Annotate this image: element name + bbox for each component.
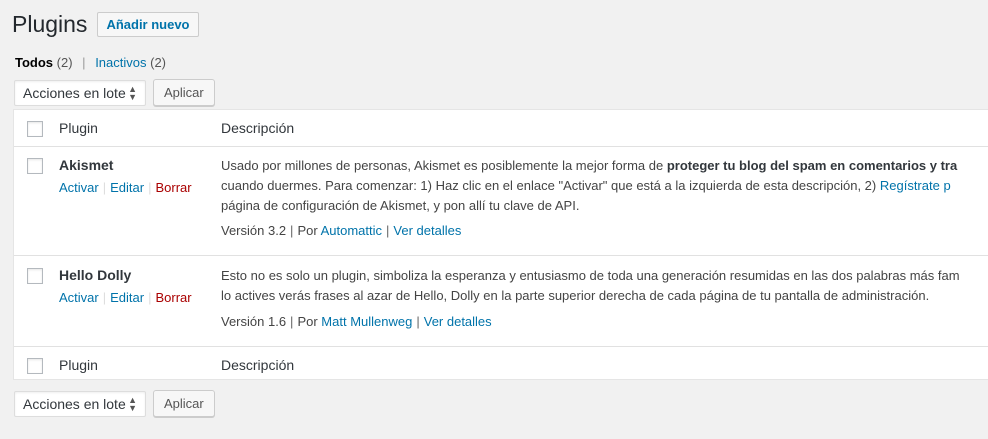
bulk-actions-bottom: Acciones en lote ▲ ▼ Aplicar (14, 390, 215, 417)
bulk-actions-select[interactable]: Acciones en lote ▲ ▼ (14, 390, 146, 417)
plugin-version: Versión 3.2 (221, 223, 287, 238)
page-title: Plugins (12, 11, 88, 37)
description-text: cuando duermes. Para comenzar: 1) Haz cl… (221, 178, 880, 193)
author-link[interactable]: Automattic (321, 223, 382, 238)
filter-inactive-count: (2) (150, 55, 167, 70)
delete-link[interactable]: Borrar (155, 290, 191, 305)
signup-link[interactable]: Regístrate p (880, 178, 951, 193)
bulk-actions-top: Acciones en lote ▲ ▼ Aplicar (14, 79, 215, 106)
add-new-button[interactable]: Añadir nuevo (97, 12, 199, 37)
author-link[interactable]: Matt Mullenweg (321, 314, 412, 329)
delete-link[interactable]: Borrar (155, 180, 191, 195)
filter-inactive[interactable]: Inactivos (95, 55, 146, 70)
description-line: Esto no es solo un plugin, simboliza la … (221, 268, 960, 283)
row-actions: Activar | Editar | Borrar (59, 290, 192, 305)
select-all-checkbox-footer[interactable] (27, 358, 43, 374)
page-header: Plugins Añadir nuevo (12, 10, 199, 39)
row-checkbox[interactable] (27, 158, 43, 174)
plugin-name: Akismet (59, 157, 114, 173)
row-actions: Activar | Editar | Borrar (59, 180, 192, 195)
bulk-actions-select-value: Acciones en lote (23, 84, 126, 101)
description-text: Usado por millones de personas, Akismet … (221, 158, 667, 173)
filter-separator: | (82, 55, 86, 70)
bulk-actions-select-value: Acciones en lote (23, 395, 126, 412)
meta-separator: | (416, 314, 420, 329)
by-label: Por (297, 314, 318, 329)
action-separator: | (148, 180, 152, 195)
status-filters: Todos (2) | Inactivos (2) (15, 55, 166, 70)
column-footer-plugin[interactable]: Plugin (59, 357, 98, 373)
plugin-meta: Versión 3.2 | Por Automattic | Ver detalles (221, 223, 461, 238)
view-details-link[interactable]: Ver detalles (393, 223, 461, 238)
filter-all-count: (2) (56, 55, 73, 70)
apply-button[interactable]: Aplicar (153, 390, 215, 417)
plugin-description: Usado por millones de personas, Akismet … (221, 156, 988, 216)
action-separator: | (102, 290, 107, 305)
description-line: cuando duermes. Para comenzar: 1) Haz cl… (221, 176, 988, 196)
bulk-actions-select[interactable]: Acciones en lote ▲ ▼ (14, 79, 146, 106)
meta-separator: | (290, 314, 294, 329)
action-separator: | (148, 290, 152, 305)
by-label: Por (297, 223, 318, 238)
edit-link[interactable]: Editar (110, 180, 144, 195)
column-header-description: Descripción (221, 120, 295, 136)
column-footer-description: Descripción (221, 357, 295, 373)
plugin-meta: Versión 1.6 | Por Matt Mullenweg | Ver detal… (221, 314, 492, 329)
description-line: lo actives verás frases al azar de Hello… (221, 288, 930, 303)
select-arrows-icon: ▲ ▼ (128, 83, 137, 102)
table-header: Plugin Descripción (14, 110, 988, 147)
description-line: Usado por millones de personas, Akismet … (221, 156, 988, 176)
table-footer: Plugin Descripción (14, 346, 988, 383)
view-details-link[interactable]: Ver detalles (424, 314, 492, 329)
activate-link[interactable]: Activar (59, 180, 99, 195)
row-checkbox[interactable] (27, 268, 43, 284)
plugin-version: Versión 1.6 (221, 314, 287, 329)
apply-button[interactable]: Aplicar (153, 79, 215, 106)
activate-link[interactable]: Activar (59, 290, 99, 305)
plugin-name: Hello Dolly (59, 267, 132, 283)
column-header-plugin[interactable]: Plugin (59, 120, 98, 136)
edit-link[interactable]: Editar (110, 290, 144, 305)
action-separator: | (102, 180, 107, 195)
plugins-table: Plugin Descripción Akismet Activar | Edita… (13, 109, 988, 380)
meta-separator: | (290, 223, 294, 238)
filter-all[interactable]: Todos (15, 55, 53, 70)
plugin-description: Esto no es solo un plugin, simboliza la … (221, 266, 988, 306)
meta-separator: | (386, 223, 390, 238)
description-bold-text: proteger tu blog del spam en comentarios… (666, 158, 958, 173)
select-all-checkbox[interactable] (27, 121, 43, 137)
table-row: Akismet Activar | Editar | Borrar Usado por … (14, 146, 988, 256)
table-row: Hello Dolly Activar | Editar | Borrar Esto n… (14, 256, 988, 346)
select-arrows-icon: ▲ ▼ (128, 394, 137, 413)
description-line: página de configuración de Akismet, y po… (221, 198, 580, 213)
